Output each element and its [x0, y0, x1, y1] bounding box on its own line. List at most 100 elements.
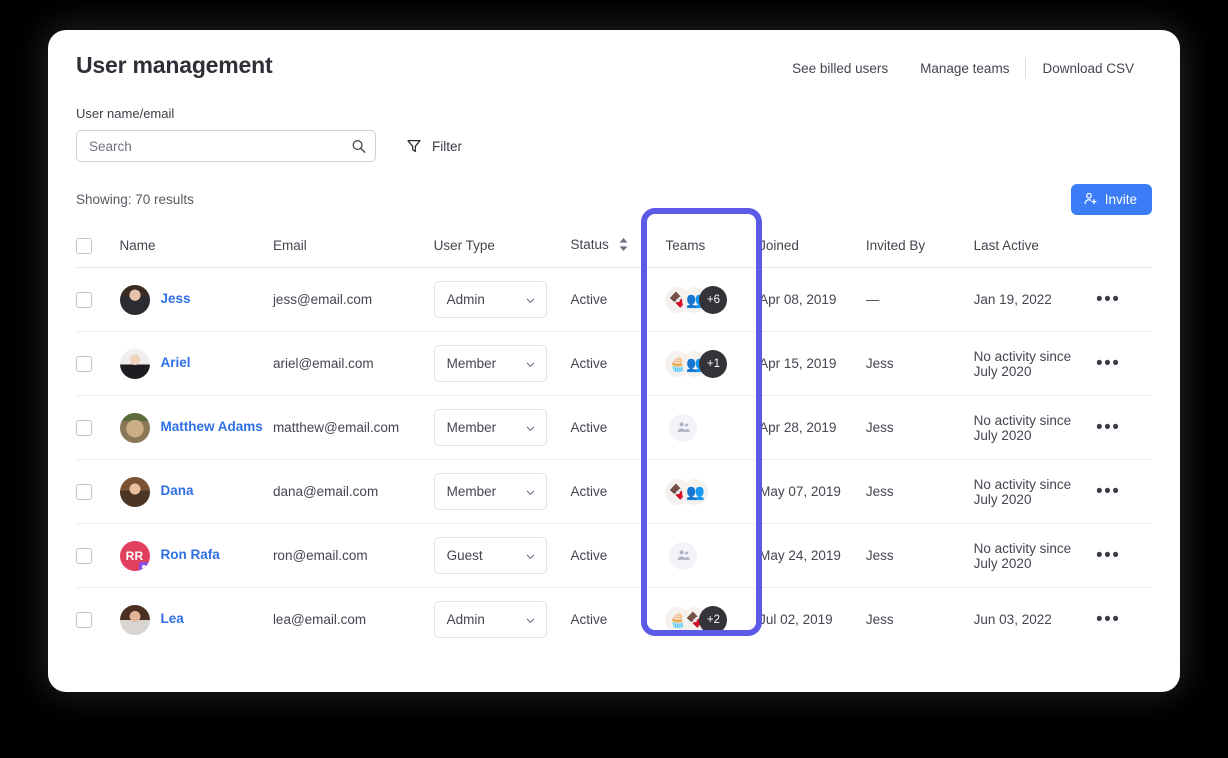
column-header-user-type[interactable]: User Type — [433, 229, 571, 268]
status-cell: Active — [570, 612, 608, 627]
user-type-select[interactable]: Member — [433, 409, 547, 446]
row-actions-cell: ••• — [1095, 395, 1152, 460]
column-header-status-label: Status — [570, 237, 609, 252]
table-row[interactable]: Dana dana@email.com Member Active 🍫 👥 May 07, … — [76, 459, 1152, 524]
ellipsis-icon[interactable]: ••• — [1096, 417, 1120, 438]
user-type-select[interactable]: Guest — [433, 537, 547, 574]
user-type-select[interactable]: Admin — [433, 601, 547, 638]
user-type-value: Admin — [446, 292, 485, 307]
column-header-joined[interactable]: Joined — [759, 229, 866, 268]
user-type-value: Member — [446, 484, 497, 499]
select-all-checkbox[interactable] — [76, 237, 92, 254]
row-checkbox[interactable] — [76, 611, 92, 628]
download-csv-link[interactable]: Download CSV — [1026, 61, 1150, 76]
manage-teams-link[interactable]: Manage teams — [904, 61, 1025, 76]
column-header-last-active[interactable]: Last Active — [973, 229, 1096, 268]
invited-by-cell: — — [865, 267, 974, 332]
user-name-link[interactable]: Lea — [161, 609, 184, 629]
search-input[interactable] — [76, 130, 376, 162]
user-name-cell: Ariel — [119, 331, 273, 396]
teams-cell[interactable]: 🍫 👥 +6 — [655, 267, 760, 332]
user-email-cell: lea@email.com — [272, 612, 367, 627]
joined-cell: Apr 15, 2019 — [759, 331, 866, 396]
chevron-down-icon — [525, 294, 536, 305]
team-overflow-count: +2 — [699, 605, 728, 634]
avatar — [119, 348, 150, 379]
teams-cell[interactable]: 🧁 🍫 +2 — [655, 588, 759, 652]
invited-by-cell: Jess — [865, 331, 974, 396]
chevron-down-icon — [525, 614, 536, 625]
table-row[interactable]: Lea lea@email.com Admin Active 🧁 🍫 +2 Jul 02, 2… — [76, 588, 1152, 652]
user-plus-icon — [1083, 191, 1098, 209]
teams-cell[interactable] — [655, 523, 760, 588]
row-select-cell — [76, 588, 120, 652]
row-actions-cell: ••• — [1095, 523, 1152, 588]
ellipsis-icon[interactable]: ••• — [1096, 481, 1120, 502]
column-header-status[interactable]: Status — [570, 229, 656, 268]
user-name-cell: Lea — [119, 588, 273, 652]
user-table: Name Email User Type Status Teams Joined… — [76, 229, 1152, 651]
row-checkbox[interactable] — [76, 483, 92, 500]
column-header-teams[interactable]: Teams — [655, 229, 760, 268]
teams-cell[interactable]: 🧁 👥 +1 — [655, 331, 760, 396]
invite-button-label: Invite — [1104, 192, 1137, 207]
user-name-link[interactable]: Ariel — [161, 353, 191, 373]
user-type-select[interactable]: Member — [433, 345, 547, 382]
user-name-link[interactable]: Ron Rafa — [161, 545, 220, 565]
user-name-link[interactable]: Matthew Adams — [161, 417, 263, 437]
user-type-select[interactable]: Admin — [433, 281, 547, 318]
filter-icon — [406, 138, 422, 154]
last-active-cell: No activity since July 2020 — [973, 395, 1096, 460]
row-checkbox[interactable] — [76, 291, 92, 308]
column-header-email[interactable]: Email — [272, 229, 434, 268]
invited-by-cell: Jess — [865, 395, 974, 460]
row-checkbox[interactable] — [76, 355, 92, 372]
team-overflow-count: +1 — [699, 349, 728, 378]
column-header-name[interactable]: Name — [119, 229, 273, 268]
avatar-photo — [119, 604, 150, 635]
row-checkbox[interactable] — [76, 547, 92, 564]
select-all-header — [76, 229, 120, 268]
table-row[interactable]: RR Ron Rafa ron@email.com Guest Active May 24… — [76, 523, 1152, 588]
user-name-cell: Jess — [119, 267, 273, 332]
avatar-photo — [119, 412, 150, 443]
user-type-value: Member — [446, 420, 497, 435]
table-row[interactable]: Ariel ariel@email.com Member Active 🧁 👥 +1 Apr … — [76, 331, 1152, 396]
table-row[interactable]: Matthew Adams matthew@email.com Member Acti… — [76, 395, 1152, 460]
sort-icon[interactable] — [619, 238, 628, 254]
chevron-down-icon — [525, 486, 536, 497]
avatar-photo — [119, 284, 150, 315]
filter-button[interactable]: Filter — [406, 138, 462, 154]
row-checkbox[interactable] — [76, 419, 92, 436]
status-cell: Active — [570, 459, 656, 524]
column-header-invited-by[interactable]: Invited By — [865, 229, 974, 268]
user-table-wrapper: Name Email User Type Status Teams Joined… — [48, 208, 1180, 651]
team-avatar: 👥 — [682, 478, 709, 505]
invited-by-cell: Jess — [865, 459, 974, 524]
search-row: Filter — [76, 130, 1152, 162]
user-email-cell: ron@email.com — [272, 523, 434, 588]
user-name-link[interactable]: Jess — [161, 289, 191, 309]
row-actions-cell: ••• — [1095, 459, 1152, 524]
ellipsis-icon[interactable]: ••• — [1096, 609, 1120, 630]
last-active-cell: No activity since July 2020 — [973, 523, 1096, 588]
ellipsis-icon[interactable]: ••• — [1096, 353, 1120, 374]
search-icon — [351, 139, 366, 154]
user-management-card: User management See billed users Manage … — [48, 30, 1180, 692]
status-cell: Active — [570, 523, 656, 588]
teams-cell[interactable]: 🍫 👥 — [655, 459, 760, 524]
invite-button[interactable]: Invite — [1070, 184, 1152, 215]
user-name-link[interactable]: Dana — [161, 481, 194, 501]
ellipsis-icon[interactable]: ••• — [1096, 545, 1120, 566]
table-header: Name Email User Type Status Teams Joined… — [76, 229, 1152, 268]
teams-cell[interactable] — [655, 395, 760, 460]
last-active-cell: Jun 03, 2022 — [973, 612, 1052, 627]
table-row[interactable]: Jess jess@email.com Admin Active 🍫 👥 +6 Apr 08,… — [76, 267, 1152, 332]
user-type-select[interactable]: Member — [433, 473, 547, 510]
results-toolbar: Showing: 70 results Invite — [48, 162, 1180, 215]
ellipsis-icon[interactable]: ••• — [1096, 289, 1120, 310]
row-select-cell — [76, 331, 120, 396]
see-billed-users-link[interactable]: See billed users — [776, 61, 904, 76]
avatar — [119, 284, 150, 315]
row-actions-cell: ••• — [1095, 331, 1152, 396]
